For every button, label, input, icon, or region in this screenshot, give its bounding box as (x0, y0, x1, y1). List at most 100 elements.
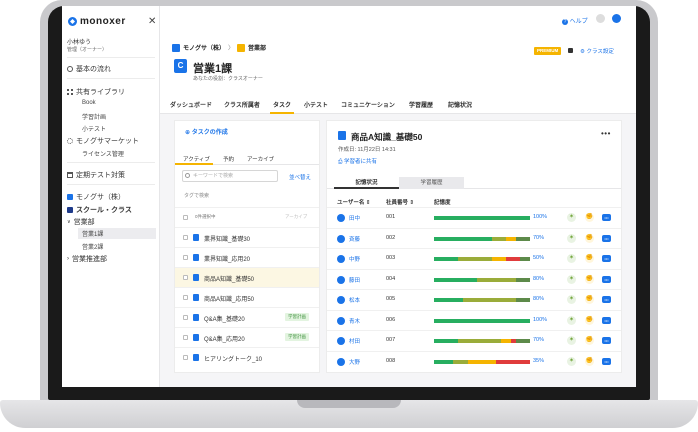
cheer-icon[interactable]: ✶ (567, 336, 576, 345)
sidebar-item-license[interactable]: ライセンス管理 (82, 149, 124, 158)
sidebar-item-exam-prep[interactable]: 定期テスト対策 (67, 170, 125, 180)
close-sidebar-button[interactable]: ✕ (148, 16, 156, 27)
user-name-link[interactable]: 田中 (349, 214, 360, 222)
task-checkbox[interactable] (183, 255, 188, 260)
thumbs-up-icon[interactable]: ✊ (585, 274, 594, 284)
memory-percent: 35% (533, 357, 545, 364)
user-name-link[interactable]: 中野 (349, 255, 360, 263)
memory-percent: 50% (533, 255, 545, 261)
column-user-name[interactable]: ユーザー名 ⇕ (337, 198, 371, 206)
task-checkbox[interactable] (183, 355, 188, 360)
keyword-search-input[interactable]: キーワードで検索 (182, 170, 278, 182)
tab-communication[interactable]: コミュニケーション (341, 100, 395, 109)
user-name-link[interactable]: 松本 (349, 296, 360, 304)
message-icon[interactable]: ••• (602, 357, 611, 365)
memory-bar-segment (434, 318, 530, 323)
sort-button[interactable]: 並べ替え (289, 173, 311, 181)
more-options-icon[interactable]: ••• (601, 129, 611, 138)
sidebar-item-shared-library[interactable]: 共有ライブラリ (67, 87, 125, 97)
thumbs-up-icon[interactable]: ✊ (585, 315, 594, 325)
task-row[interactable]: 商品A知識_応用50 (175, 287, 319, 307)
tab-memory[interactable]: 記憶状況 (448, 100, 472, 109)
cheer-icon[interactable]: ✶ (567, 233, 576, 243)
message-icon[interactable]: ••• (602, 337, 611, 344)
sidebar-item-school-class[interactable]: スクール・クラス (67, 205, 132, 215)
tab-memory-status[interactable]: 記憶状況 (334, 177, 399, 189)
message-icon[interactable]: ••• (602, 234, 611, 242)
archive-action[interactable]: アーカイブ (285, 214, 307, 220)
subtab-active[interactable]: アクティブ (183, 155, 210, 163)
tab-learning-history[interactable]: 学習履歴 (399, 177, 464, 189)
sidebar-item-quiz[interactable]: 小テスト (82, 124, 106, 133)
user-name-link[interactable]: 青木 (349, 317, 360, 325)
sidebar-item-sales-dept[interactable]: ∨ 営業部 (67, 217, 95, 227)
task-row[interactable]: Q&A集_応用20 学習計画 (175, 327, 319, 347)
cheer-icon[interactable]: ✶ (567, 356, 576, 366)
user-name-link[interactable]: 斉藤 (349, 235, 360, 243)
user-avatar-icon (337, 214, 345, 222)
sidebar-item-sales-1[interactable]: 営業1課 (78, 228, 156, 239)
subtab-scheduled[interactable]: 予約 (223, 155, 234, 163)
help-link[interactable]: ? ヘルプ (562, 16, 588, 25)
cheer-icon[interactable]: ✶ (567, 295, 576, 304)
sidebar-item-label: 定期テスト対策 (76, 172, 125, 179)
thumbs-up-icon[interactable]: ✊ (585, 254, 594, 263)
task-checkbox[interactable] (183, 315, 188, 320)
class-header: モノグサ（株） 〉 営業部 C 営業1課 あなたの役割：クラスオーナー PREM… (160, 34, 636, 92)
cheer-icon[interactable]: ✶ (567, 254, 576, 263)
tab-history[interactable]: 学習履歴 (409, 100, 433, 109)
column-employee-id[interactable]: 社員番号 ⇕ (386, 198, 414, 206)
sidebar-item-basics[interactable]: 基本の流れ (67, 64, 111, 74)
task-row[interactable]: 業界知識_応用20 (175, 247, 319, 267)
task-row[interactable]: Q&A集_基礎20 学習計画 (175, 307, 319, 327)
cheer-icon[interactable]: ✶ (567, 274, 576, 284)
thumbs-up-icon[interactable]: ✊ (585, 233, 594, 243)
sidebar-item-book[interactable]: Book (82, 100, 96, 106)
message-icon[interactable]: ••• (602, 214, 611, 221)
task-row-selected[interactable]: 商品A知識_基礎50 (175, 267, 319, 287)
share-with-learners-link[interactable]: ⎙ 学習者に共有 (338, 157, 377, 166)
document-icon (193, 314, 199, 321)
subtab-archive[interactable]: アーカイブ (247, 155, 274, 163)
memory-bar-segment (491, 257, 506, 261)
thumbs-up-icon[interactable]: ✊ (585, 295, 594, 304)
class-settings-button[interactable]: ⚙ クラス設定 (580, 47, 614, 55)
breadcrumb-dept[interactable]: 営業部 (248, 43, 266, 52)
user-name-link[interactable]: 村田 (349, 337, 360, 345)
message-icon[interactable]: ••• (602, 275, 611, 283)
cheer-icon[interactable]: ✶ (567, 315, 576, 325)
user-name-link[interactable]: 藤田 (349, 276, 360, 284)
task-checkbox[interactable] (183, 275, 188, 280)
sidebar-item-organization[interactable]: モノグサ（株） (67, 192, 125, 202)
thumbs-up-icon[interactable]: ✊ (585, 213, 594, 222)
user-avatar[interactable] (612, 14, 621, 23)
select-all-checkbox[interactable] (183, 215, 188, 220)
task-checkbox[interactable] (183, 235, 188, 240)
sidebar-item-sales-2[interactable]: 営業2課 (82, 242, 103, 251)
task-checkbox[interactable] (183, 295, 188, 300)
tab-quiz[interactable]: 小テスト (304, 100, 328, 109)
task-checkbox[interactable] (183, 335, 188, 340)
tab-members[interactable]: クラス所属者 (224, 100, 260, 109)
breadcrumb-org[interactable]: モノグサ（株） (183, 43, 225, 52)
user-name-link[interactable]: 大野 (349, 358, 360, 366)
thumbs-up-icon[interactable]: ✊ (585, 336, 594, 345)
tag-search-input[interactable]: タグで検索 (184, 192, 209, 199)
message-icon[interactable]: ••• (602, 255, 611, 262)
sidebar-item-study-plan[interactable]: 学習計画 (82, 112, 106, 121)
active-subtab-indicator (175, 163, 213, 165)
tab-tasks[interactable]: タスク (273, 100, 291, 109)
sidebar-item-market[interactable]: モノグサマーケット (67, 136, 139, 146)
task-row[interactable]: 業界知識_基礎30 (175, 227, 319, 247)
message-icon[interactable]: ••• (602, 296, 611, 303)
notification-icon[interactable] (596, 14, 605, 23)
sidebar-item-sales-promo[interactable]: › 営業推進部 (67, 254, 107, 264)
role-text: あなたの役割：クラスオーナー (193, 76, 263, 82)
task-row[interactable]: ヒアリングトーク_10 (175, 347, 319, 367)
message-icon[interactable]: ••• (602, 316, 611, 324)
cheer-icon[interactable]: ✶ (567, 213, 576, 222)
thumbs-up-icon[interactable]: ✊ (585, 356, 594, 366)
tab-dashboard[interactable]: ダッシュボード (170, 100, 212, 109)
memory-bar-segment (434, 277, 478, 282)
add-task-button[interactable]: ⊕ タスクの作成 (185, 127, 228, 136)
